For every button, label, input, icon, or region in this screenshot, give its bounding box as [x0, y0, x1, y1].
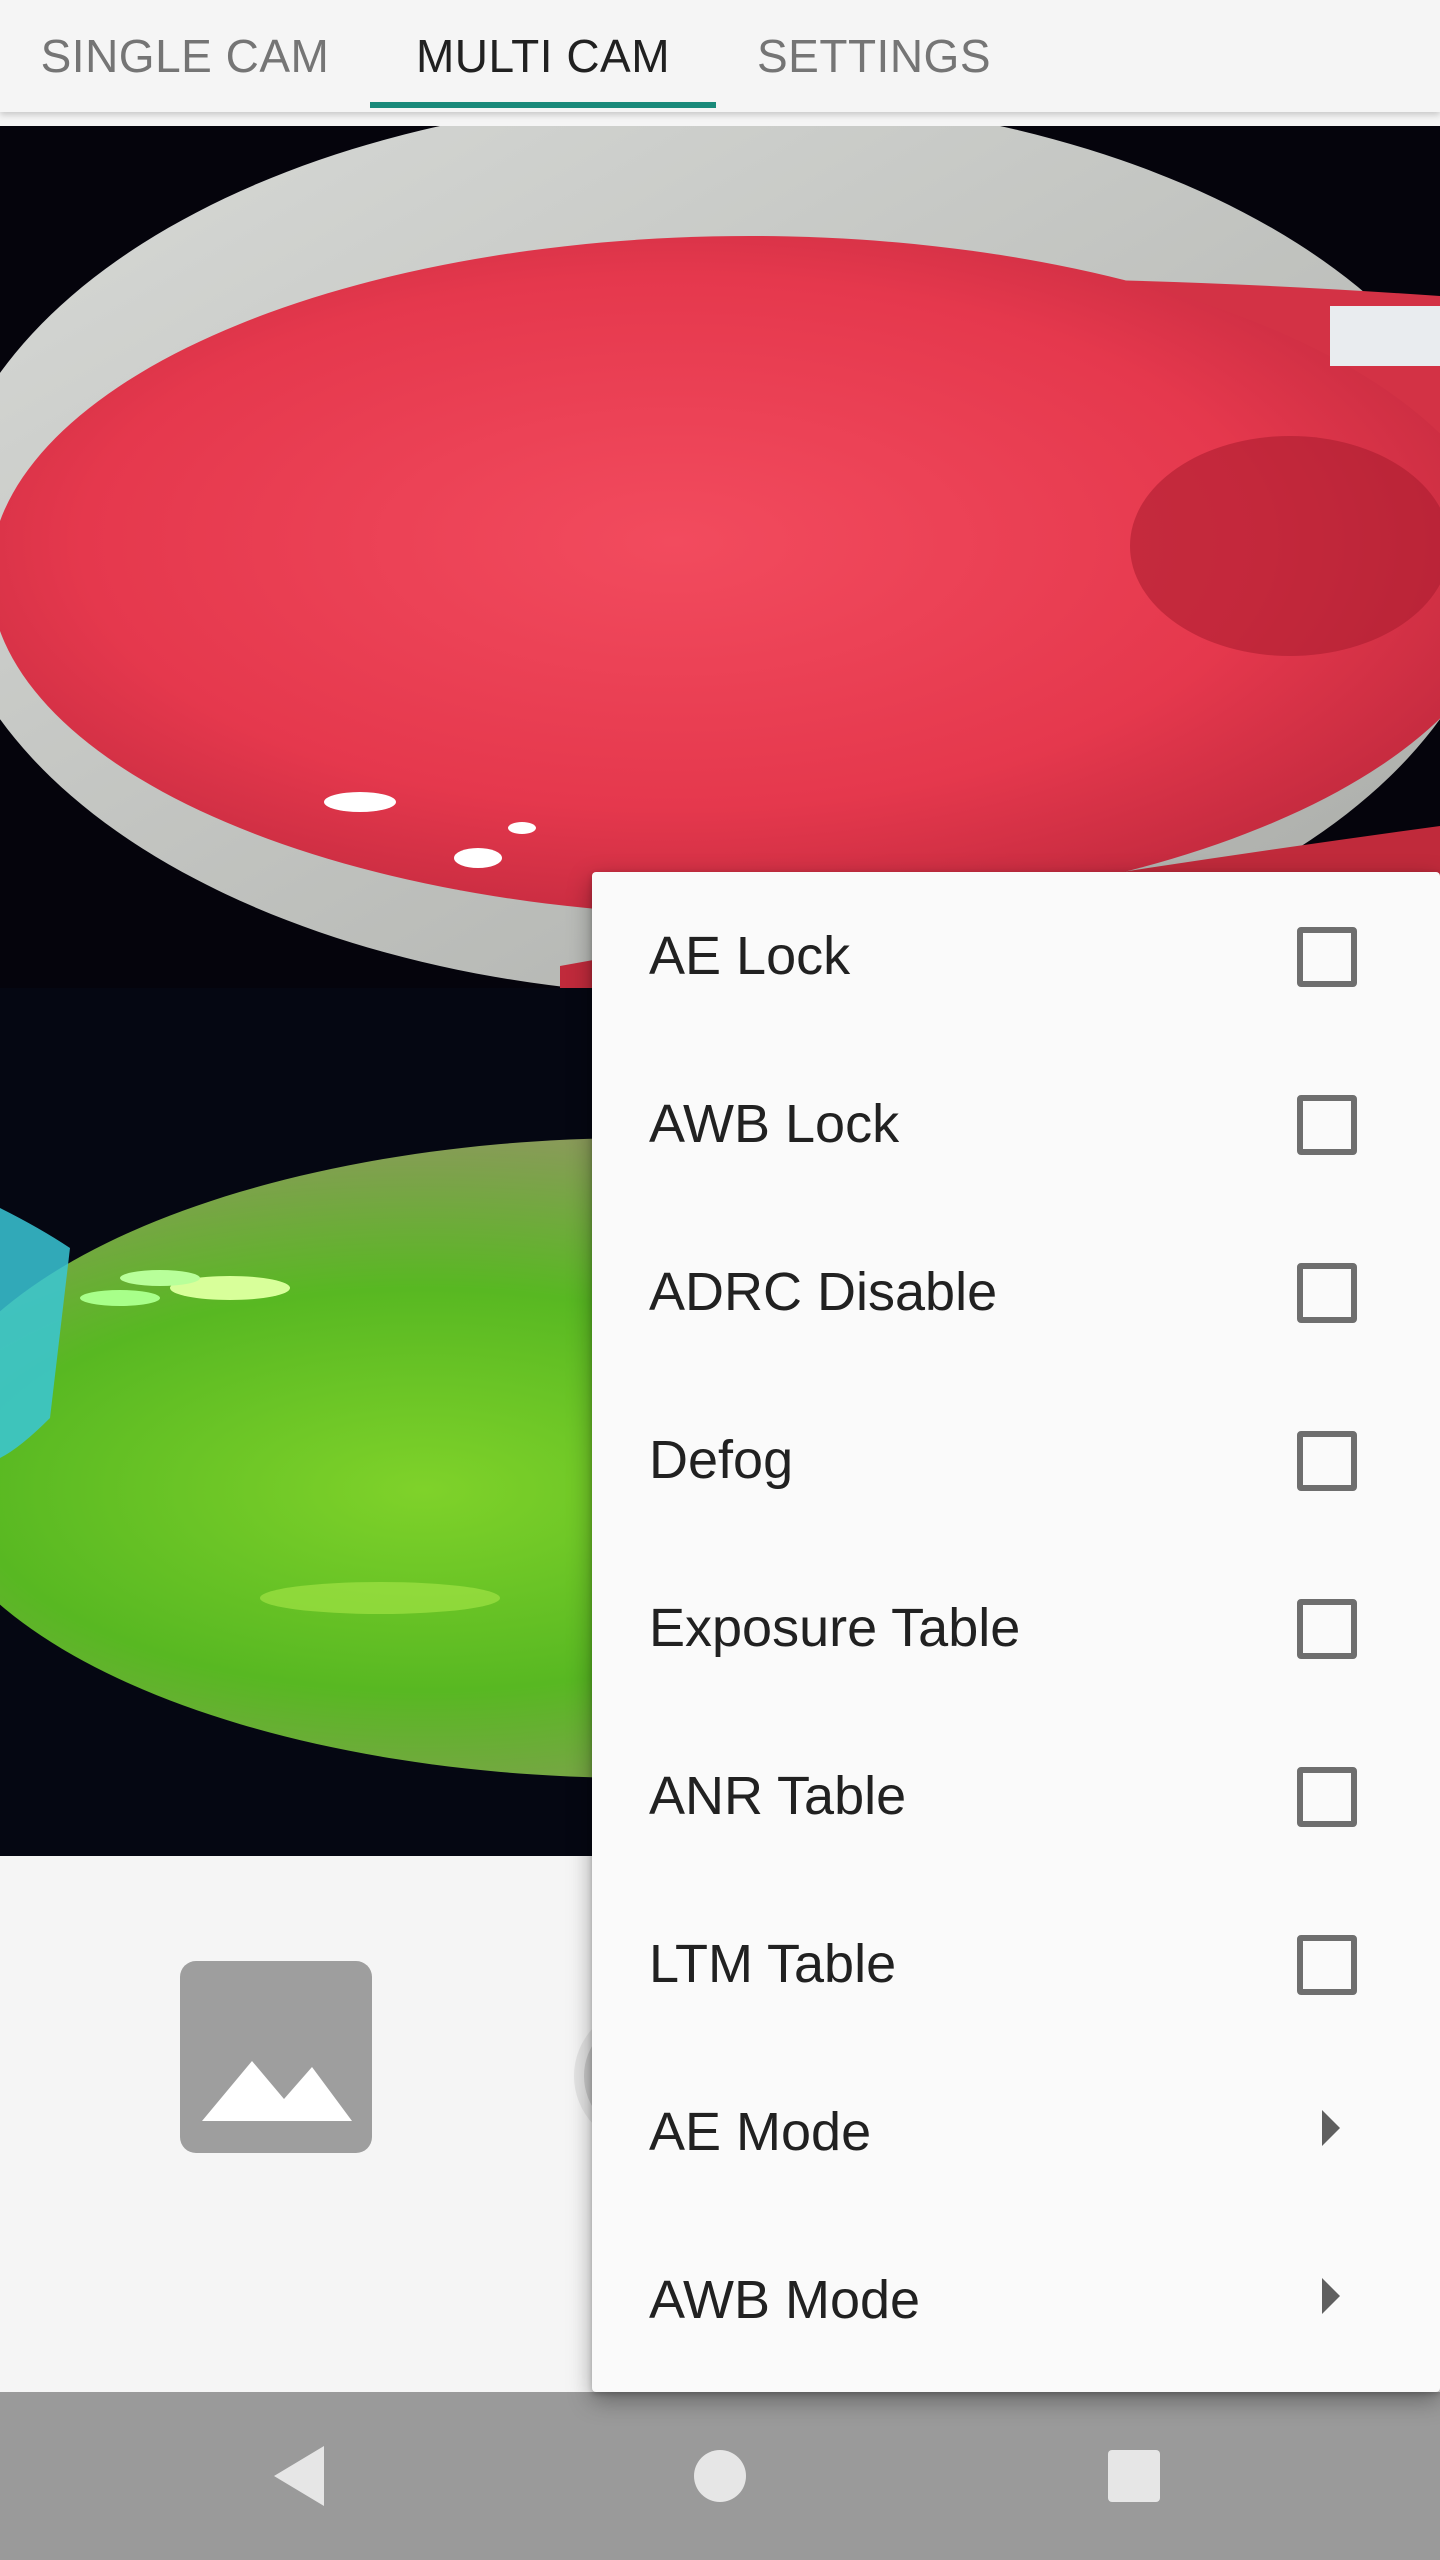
- awb-lock-checkbox[interactable]: [1297, 1095, 1357, 1155]
- anr-table-checkbox[interactable]: [1297, 1767, 1357, 1827]
- menu-item-ae-mode[interactable]: AE Mode: [592, 2048, 1440, 2216]
- menu-item-label: ADRC Disable: [649, 1262, 998, 1322]
- menu-item-ae-lock[interactable]: AE Lock: [592, 872, 1440, 1040]
- active-tab-indicator: [370, 102, 716, 108]
- menu-item-ltm-table[interactable]: LTM Table: [592, 1880, 1440, 2048]
- menu-item-label: AWB Mode: [649, 2270, 921, 2330]
- menu-item-awb-mode[interactable]: AWB Mode: [592, 2216, 1440, 2384]
- menu-item-label: Defog: [649, 1430, 794, 1490]
- menu-item-label: AE Lock: [649, 926, 851, 986]
- system-nav-bar: [0, 2392, 1440, 2560]
- tab-settings[interactable]: SETTINGS: [716, 0, 1032, 112]
- submenu-arrow-icon: [1322, 2110, 1340, 2146]
- defog-checkbox[interactable]: [1297, 1431, 1357, 1491]
- camera-preview-1[interactable]: [0, 126, 1440, 988]
- home-icon[interactable]: [680, 2436, 760, 2516]
- exposure-table-checkbox[interactable]: [1297, 1599, 1357, 1659]
- menu-item-awb-lock[interactable]: AWB Lock: [592, 1040, 1440, 1208]
- submenu-arrow-icon: [1322, 2278, 1340, 2314]
- back-icon[interactable]: [262, 2436, 342, 2516]
- ltm-table-checkbox[interactable]: [1297, 1935, 1357, 1995]
- adrc-disable-checkbox[interactable]: [1297, 1263, 1357, 1323]
- menu-item-defog[interactable]: Defog: [592, 1376, 1440, 1544]
- menu-item-label: AE Mode: [649, 2102, 872, 2162]
- tab-bar: SINGLE CAM MULTI CAM SETTINGS: [0, 0, 1440, 112]
- camera-1-image: [0, 126, 1440, 988]
- ae-lock-checkbox[interactable]: [1297, 927, 1357, 987]
- menu-item-exposure-table[interactable]: Exposure Table: [592, 1544, 1440, 1712]
- menu-item-label: ANR Table: [649, 1766, 907, 1826]
- menu-item-adrc-disable[interactable]: ADRC Disable: [592, 1208, 1440, 1376]
- menu-item-label: LTM Table: [649, 1934, 897, 1994]
- tab-single-cam[interactable]: SINGLE CAM: [0, 0, 370, 112]
- tab-multi-cam[interactable]: MULTI CAM: [370, 0, 716, 112]
- gallery-button[interactable]: [180, 1961, 372, 2153]
- image-icon: [202, 2061, 352, 2121]
- camera-options-menu: AE Lock AWB Lock ADRC Disable Defog Expo…: [592, 872, 1440, 2392]
- menu-item-anr-table[interactable]: ANR Table: [592, 1712, 1440, 1880]
- menu-item-label: AWB Lock: [649, 1094, 900, 1154]
- menu-item-label: Exposure Table: [649, 1598, 1021, 1658]
- recents-icon[interactable]: [1094, 2436, 1174, 2516]
